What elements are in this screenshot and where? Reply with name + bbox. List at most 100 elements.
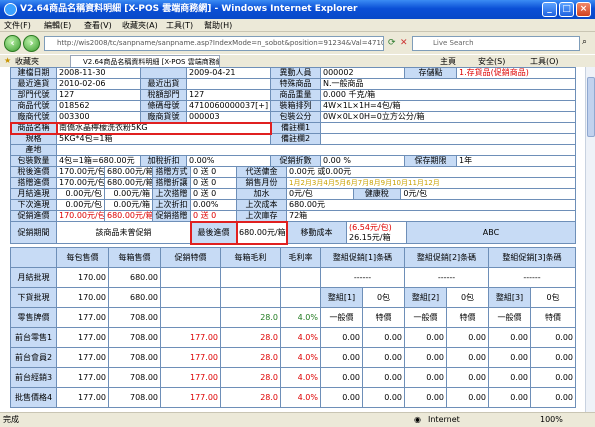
forward-button[interactable]: › (23, 35, 40, 52)
modifier: 000002 (320, 67, 405, 79)
url-field[interactable]: http://wis2008/tc/sanpname/sanpname.asp?… (44, 36, 384, 51)
sales-months: 1月2月3月4月5月6月7月8月9月10月11月12月 (286, 177, 576, 189)
weight: 0.000 千克/箱 (320, 89, 576, 101)
note2-label: 備註欄2 (270, 133, 321, 145)
combo1-button[interactable]: 整組[1] (320, 287, 363, 308)
refresh-icon[interactable]: ⟳ (388, 38, 396, 48)
price-info-table: 稅後進價 170.00元/包 680.00元/箱 搭贈方式 0 送 0 代送傭金… (10, 166, 576, 222)
combo3-normal: 0.00 (488, 367, 531, 388)
label-cell: 廠商貨號 (140, 111, 187, 123)
menu-favorites[interactable]: 收藏夾(A) (122, 20, 158, 31)
scrollbar-thumb[interactable] (587, 77, 595, 137)
label-cell: 條碼母號 (140, 100, 187, 112)
stop-icon[interactable]: ✕ (400, 38, 408, 48)
combo2-button[interactable]: 整組[2] (404, 287, 447, 308)
promo-price: 177.00 (160, 387, 221, 408)
moving-cost-box: 26.15元/箱 (349, 232, 391, 242)
label-cell (140, 67, 187, 79)
abc-button[interactable]: ABC (477, 227, 505, 239)
row-label: 前台會員2 (10, 347, 57, 368)
zone-label: Internet (428, 415, 460, 424)
menu-edit[interactable]: 編輯(E) (44, 20, 71, 31)
safety-menu[interactable]: 安全(S) (478, 56, 505, 67)
label-cell: 保存期限 (404, 155, 457, 167)
favorites-label[interactable]: 收藏夾 (15, 56, 39, 67)
label-cell: 稅後進價 (10, 166, 57, 178)
back-button[interactable]: ‹ (4, 35, 21, 52)
box-price: 680.00 (108, 287, 161, 308)
label-cell: 存儲點 (404, 67, 457, 79)
label-cell: 促銷折數 (270, 155, 321, 167)
combo2-normal: 0.00 (404, 387, 447, 408)
combo3-special: 特價 (530, 307, 576, 328)
label-cell: 包裝數量 (10, 155, 57, 167)
combo1-normal: 一般價 (320, 307, 363, 328)
water-value: 0元/包 (289, 189, 313, 199)
status-bar: 完成 ◉ Internet 100% (0, 412, 595, 427)
label-cell: 搭贈折讓 (152, 177, 191, 189)
combo3-button[interactable]: 整組[3] (488, 287, 531, 308)
label-cell: 廠商代號 (10, 111, 57, 123)
minimize-button[interactable]: _ (542, 2, 557, 17)
combo1-normal: 0.00 (320, 347, 363, 368)
menu-file[interactable]: 文件(F) (4, 20, 31, 31)
grid-row: 月結批現 170.00 680.00 ------ ------ ------ (10, 267, 576, 288)
pack-price: 177.00 (56, 307, 109, 328)
label-cell: 加稅折扣 (140, 155, 187, 167)
combo2-special: 特價 (446, 307, 489, 328)
zoom-level[interactable]: 100% (540, 413, 563, 427)
promo-price: 177.00 (160, 347, 221, 368)
box-price: 708.00 (108, 327, 161, 348)
combo3-normal: 0.00 (488, 347, 531, 368)
row-label: 前台經銷3 (10, 367, 57, 388)
promo-box: 680.00元/箱 (104, 210, 153, 222)
close-button[interactable]: × (576, 2, 591, 17)
row-label: 月結批現 (10, 267, 57, 288)
combo3-special: 0.00 (530, 367, 576, 388)
combo2-special: 0.00 (446, 367, 489, 388)
home-button[interactable]: 主頁 (440, 56, 456, 67)
combo3-special: 0.00 (530, 347, 576, 368)
vertical-scrollbar[interactable] (585, 67, 595, 412)
favorites-bar: ★ 收藏夾 V2.64商品名稱資料明細 [X-POS 雲端商務網] 主頁 安全(… (0, 54, 595, 68)
moving-cost: (6.54元/包) 26.15元/箱 (346, 221, 407, 244)
create-date: 2008-11-30 (56, 67, 141, 79)
commission: 0.00元 或0.00元 (286, 166, 576, 178)
box-margin: 28.0 (220, 387, 281, 408)
search-icon[interactable]: ⌕ (582, 37, 587, 47)
promo-price (160, 267, 221, 288)
promo-rate: 0.00 % (320, 155, 405, 167)
last-discount: 0.00% (190, 199, 237, 211)
box-margin: 28.0 (220, 367, 281, 388)
pack-price: 177.00 (56, 347, 109, 368)
margin-rate: 4.0% (280, 307, 321, 328)
box-margin: 28.0 (220, 307, 281, 328)
label-cell: 下次進現 (10, 199, 57, 211)
info-row: 規格 5KG*4包=1箱 備註欄2 (10, 133, 576, 145)
menu-help[interactable]: 幫助(H) (204, 20, 232, 31)
grid-header-cell: 毛利率 (280, 247, 321, 268)
last-gift: 0 送 0 (190, 188, 237, 200)
special-product: N.一般商品 (320, 78, 576, 90)
combo2-normal: 0.00 (404, 327, 447, 348)
promo-period-label: 促銷期間 (10, 221, 57, 244)
star-icon[interactable]: ★ (4, 56, 11, 65)
grid-row: 批售價格4 177.00 708.00 177.00 28.0 4.0% 0.0… (10, 387, 576, 408)
menu-tools[interactable]: 工具(T) (166, 20, 193, 31)
combo1-normal: 0.00 (320, 367, 363, 388)
last-purchase: 2010-02-06 (56, 78, 141, 90)
last-price: 680.00元/箱 (235, 220, 288, 245)
tools-menu[interactable]: 工具(O) (530, 56, 559, 67)
barcode[interactable]: 4710060000037[+] (186, 100, 271, 112)
info-row: 包裝數量 4包=1箱=680.00元 加稅折扣 0.00% 促銷折數 0.00 … (10, 155, 576, 167)
promo-price: 177.00 (160, 367, 221, 388)
packing: 4W×1L×1H=4包/箱 (320, 100, 576, 112)
menu-view[interactable]: 查看(V) (84, 20, 112, 31)
maximize-button[interactable]: □ (559, 2, 574, 17)
label-cell: 銷售月份 (236, 177, 287, 189)
grid-header-cell: 促銷特價 (160, 247, 221, 268)
product-info-table: 建檔日期 2008-11-30 2009-04-21 異動人員 000002 存… (9, 67, 576, 167)
combo3-normal: 0.00 (488, 327, 531, 348)
search-input[interactable]: Live Search (412, 36, 580, 51)
margin-rate: 4.0% (280, 327, 321, 348)
